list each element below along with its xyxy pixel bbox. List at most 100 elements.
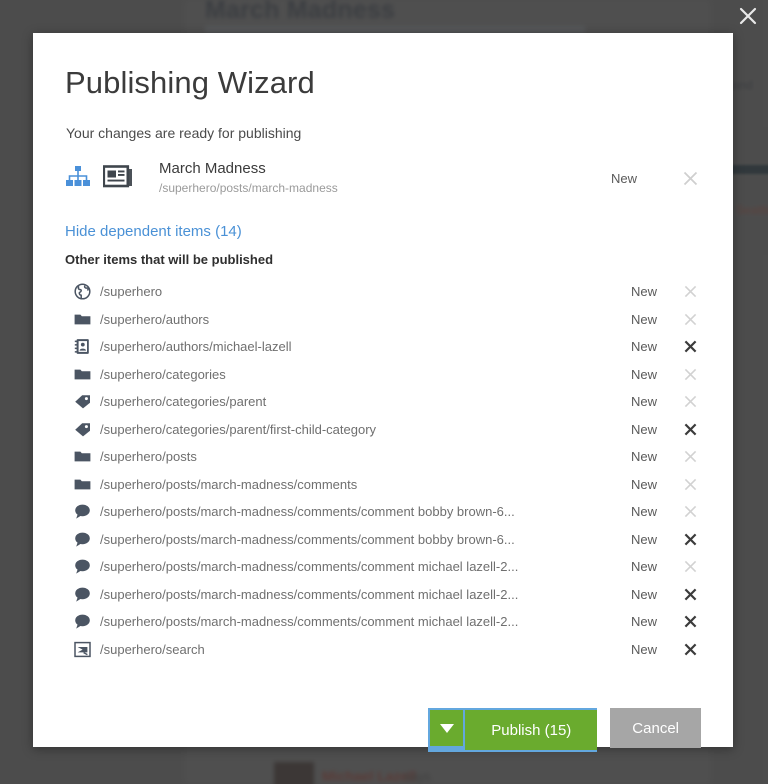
comment-icon bbox=[75, 504, 90, 519]
list-item-remove-button bbox=[679, 313, 701, 326]
list-item-path: /superhero/posts/march-madness/comments/… bbox=[100, 531, 515, 547]
overlay-close-button[interactable] bbox=[734, 2, 762, 30]
chevron-down-icon bbox=[439, 723, 454, 733]
dialog-footer: Publish (15) Cancel bbox=[33, 688, 733, 752]
folder-icon bbox=[65, 366, 93, 383]
list-item-remove-button bbox=[679, 368, 701, 381]
close-icon bbox=[739, 7, 757, 25]
publishing-wizard-dialog: Publishing Wizard Your changes are ready… bbox=[33, 33, 733, 752]
close-icon bbox=[684, 533, 696, 546]
publish-options-button[interactable] bbox=[430, 710, 464, 746]
folder-icon bbox=[74, 369, 91, 380]
dialog-subtitle: Your changes are ready for publishing bbox=[66, 125, 302, 141]
contact-icon bbox=[65, 338, 93, 355]
tag-icon bbox=[65, 393, 93, 410]
publish-button-group: Publish (15) bbox=[428, 708, 598, 752]
list-item-path: /superhero/authors bbox=[100, 311, 210, 327]
search-icon bbox=[74, 641, 91, 657]
list-item-path: /superhero bbox=[100, 284, 163, 300]
tag-icon bbox=[65, 421, 93, 438]
status-badge: New bbox=[630, 531, 657, 547]
publish-button[interactable]: Publish (15) bbox=[465, 710, 598, 750]
list-item-remove-button[interactable] bbox=[679, 533, 701, 546]
toggle-dependent-items-link[interactable]: Hide dependent items (14) bbox=[65, 223, 242, 240]
page-title: Publishing Wizard bbox=[65, 65, 315, 100]
list-item: /superhero/posts/march-madness/comments/… bbox=[65, 498, 701, 526]
comment-icon bbox=[75, 532, 90, 547]
status-badge: New bbox=[630, 614, 657, 630]
globe-icon bbox=[74, 283, 91, 300]
status-badge: New bbox=[630, 559, 657, 575]
contact-icon bbox=[74, 339, 89, 355]
close-icon bbox=[684, 561, 696, 573]
folder-icon bbox=[65, 311, 93, 328]
primary-item-text: March Madness /superhero/posts/march-mad… bbox=[159, 159, 338, 196]
list-item: /superhero/posts/march-madness/comments/… bbox=[65, 553, 701, 581]
list-item-path: /superhero/authors/michael-lazell bbox=[100, 339, 292, 355]
status-badge: New bbox=[630, 476, 657, 492]
status-badge: New bbox=[630, 586, 657, 602]
list-item-path: /superhero/categories/parent/first-child… bbox=[100, 421, 377, 437]
folder-icon bbox=[65, 476, 93, 493]
list-item: /superhero/categories New bbox=[65, 361, 701, 389]
close-icon bbox=[684, 506, 696, 518]
folder-icon bbox=[65, 448, 93, 465]
comment-icon bbox=[65, 558, 93, 575]
folder-icon bbox=[74, 314, 91, 325]
status-badge: New bbox=[630, 449, 657, 465]
list-item-path: /superhero/posts/march-madness/comments/… bbox=[100, 614, 519, 630]
list-item: /superhero/authors New bbox=[65, 306, 701, 334]
list-item: /superhero/posts/march-madness/comments/… bbox=[65, 526, 701, 554]
list-item-path: /superhero/posts/march-madness/comments/… bbox=[100, 586, 519, 602]
list-item: /superhero/posts/march-madness/comments/… bbox=[65, 581, 701, 609]
primary-item-remove-button[interactable] bbox=[679, 167, 701, 189]
primary-item-name: March Madness bbox=[159, 160, 266, 177]
primary-item-icons bbox=[65, 165, 133, 194]
article-icon bbox=[102, 165, 133, 194]
list-item-path: /superhero/categories bbox=[100, 366, 226, 382]
folder-icon bbox=[74, 479, 91, 490]
close-icon bbox=[684, 286, 696, 298]
cancel-button[interactable]: Cancel bbox=[610, 708, 701, 748]
globe-icon bbox=[65, 283, 93, 300]
comment-icon bbox=[65, 613, 93, 630]
close-icon bbox=[684, 313, 696, 325]
list-item: /superhero/categories/parent New bbox=[65, 388, 701, 416]
list-item: /superhero New bbox=[65, 278, 701, 306]
close-icon bbox=[684, 451, 696, 463]
status-badge: New bbox=[630, 311, 657, 327]
primary-item-status: New bbox=[610, 171, 637, 186]
status-badge: New bbox=[630, 421, 657, 437]
list-item-remove-button[interactable] bbox=[679, 588, 701, 601]
status-badge: New bbox=[630, 284, 657, 300]
list-item-path: /superhero/posts bbox=[100, 449, 197, 465]
tag-icon bbox=[75, 422, 90, 437]
comment-icon bbox=[75, 559, 90, 574]
list-item-remove-button[interactable] bbox=[679, 340, 701, 353]
list-item-remove-button[interactable] bbox=[679, 615, 701, 628]
status-badge: New bbox=[630, 339, 657, 355]
close-icon bbox=[683, 171, 697, 185]
close-icon bbox=[684, 340, 696, 353]
search-icon bbox=[65, 641, 93, 658]
close-icon bbox=[684, 643, 696, 656]
close-icon bbox=[684, 368, 696, 380]
primary-item-path: /superhero/posts/march-madness bbox=[159, 181, 338, 195]
list-item-path: /superhero/posts/march-madness/comments bbox=[100, 476, 358, 492]
comment-icon bbox=[75, 614, 90, 629]
comment-icon bbox=[75, 587, 90, 602]
close-icon bbox=[684, 588, 696, 601]
list-item: /superhero/posts New bbox=[65, 443, 701, 471]
list-item-remove-button[interactable] bbox=[679, 423, 701, 436]
status-badge: New bbox=[630, 366, 657, 382]
status-badge: New bbox=[630, 394, 657, 410]
list-item: /superhero/posts/march-madness/comments/… bbox=[65, 608, 701, 636]
comment-icon bbox=[65, 503, 93, 520]
comment-icon bbox=[65, 531, 93, 548]
list-item: /superhero/posts/march-madness/comments N… bbox=[65, 471, 701, 499]
list-item-path: /superhero/posts/march-madness/comments/… bbox=[100, 504, 515, 520]
close-icon bbox=[684, 615, 696, 628]
primary-item-row: March Madness /superhero/posts/march-mad… bbox=[65, 159, 701, 199]
close-icon bbox=[684, 478, 696, 490]
list-item-remove-button[interactable] bbox=[679, 643, 701, 656]
